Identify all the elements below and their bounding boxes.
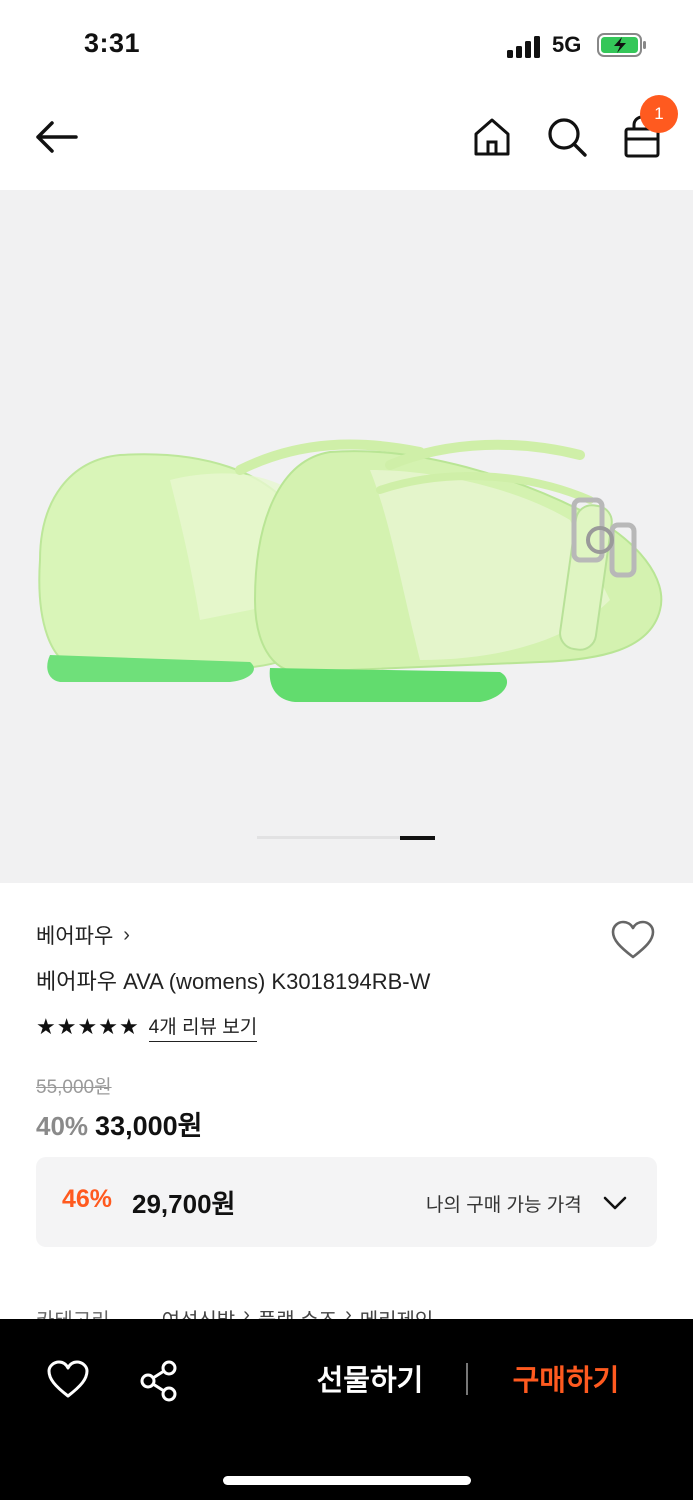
arrow-left-icon[interactable] — [30, 116, 82, 158]
cart-count-badge: 1 — [640, 95, 678, 133]
brand-name: 베어파우 — [36, 925, 114, 948]
brand-link[interactable]: 베어파우 › — [36, 920, 130, 950]
product-image-carousel[interactable] — [0, 190, 693, 883]
star-icon: ★ — [36, 1014, 56, 1039]
heart-icon[interactable] — [46, 1359, 90, 1401]
gift-button[interactable]: 선물하기 — [300, 1359, 440, 1403]
star-icon: ★ — [118, 1014, 139, 1039]
home-icon[interactable] — [469, 114, 515, 160]
rating-row: ★ ★ ★ ★ ★ 4개 리뷰 보기 — [36, 1012, 258, 1042]
discount-rate: 40% — [36, 1111, 89, 1141]
star-icon: ★ — [77, 1014, 98, 1039]
status-time: 3:31 — [84, 28, 141, 58]
status-bar: 3:31 5G — [0, 0, 693, 92]
home-indicator[interactable] — [223, 1476, 471, 1485]
chevron-down-icon[interactable] — [602, 1190, 628, 1216]
product-image — [38, 439, 663, 702]
my-price-panel[interactable]: 46% 29,700원 나의 구매 가능 가격 — [36, 1157, 657, 1247]
network-type: 5G — [552, 32, 582, 57]
signal-icon — [507, 36, 543, 58]
review-link[interactable]: 4개 리뷰 보기 — [148, 1012, 258, 1042]
battery-icon — [597, 33, 646, 57]
original-price: 55,000원 — [36, 1077, 112, 1098]
product-name: 베어파우 AVA (womens) K3018194RB-W — [36, 969, 431, 994]
star-icon: ★ — [56, 1014, 77, 1039]
rating-stars: ★ ★ ★ ★ ★ — [36, 1014, 139, 1040]
heart-icon[interactable] — [610, 919, 656, 961]
carousel-indicator — [257, 835, 435, 840]
star-icon: ★ — [98, 1014, 118, 1039]
divider — [466, 1363, 468, 1395]
carousel-active-indicator — [400, 835, 435, 840]
my-discount-rate: 46% — [62, 1185, 113, 1213]
bottom-action-bar: 선물하기 구매하기 — [0, 1319, 693, 1500]
my-price: 29,700원 — [132, 1189, 236, 1219]
chevron-right-icon: › — [123, 923, 130, 946]
sale-price: 33,000원 — [95, 1111, 203, 1141]
share-icon[interactable] — [138, 1359, 180, 1403]
app-header — [0, 92, 693, 190]
buy-button[interactable]: 구매하기 — [496, 1359, 636, 1403]
price-row: 40% 33,000원 — [36, 1104, 202, 1143]
search-icon[interactable] — [544, 114, 590, 160]
my-price-label: 나의 구매 가능 가격 — [426, 1195, 582, 1216]
